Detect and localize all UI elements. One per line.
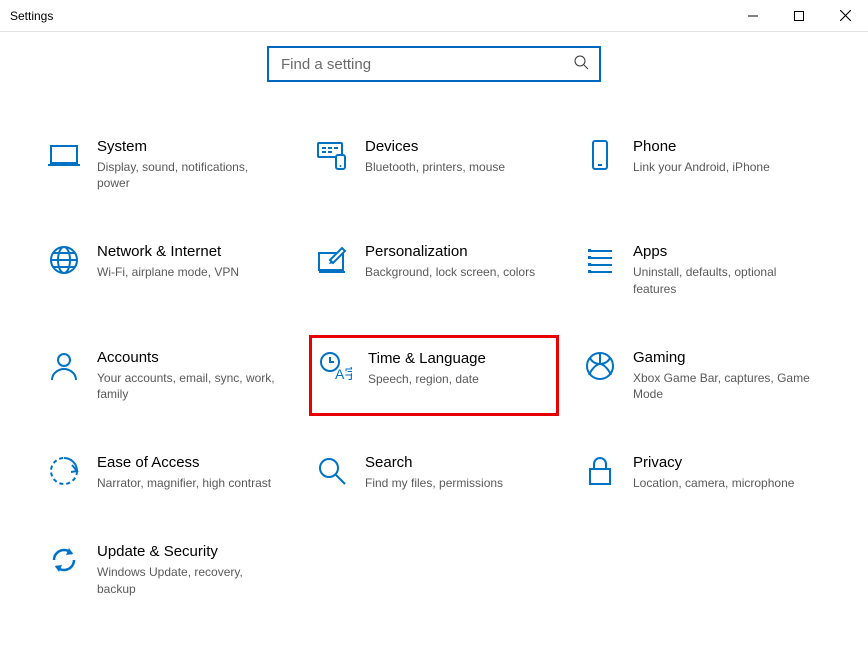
gaming-icon: [583, 349, 617, 383]
category-title: Personalization: [365, 243, 535, 260]
search-box[interactable]: [267, 46, 601, 82]
category-desc: Windows Update, recovery, backup: [97, 564, 277, 596]
apps-icon: [583, 243, 617, 277]
category-ease-of-access[interactable]: Ease of Access Narrator, magnifier, high…: [41, 448, 291, 497]
window-controls: [730, 0, 868, 31]
category-personalization[interactable]: Personalization Background, lock screen,…: [309, 237, 559, 302]
category-desc: Display, sound, notifications, power: [97, 159, 277, 191]
close-button[interactable]: [822, 0, 868, 31]
category-desc: Narrator, magnifier, high contrast: [97, 475, 271, 491]
category-title: Update & Security: [97, 543, 277, 560]
category-title: Devices: [365, 138, 505, 155]
category-desc: Xbox Game Bar, captures, Game Mode: [633, 370, 813, 402]
category-title: Gaming: [633, 349, 813, 366]
category-title: System: [97, 138, 277, 155]
category-title: Privacy: [633, 454, 794, 471]
category-desc: Bluetooth, printers, mouse: [365, 159, 505, 175]
globe-icon: [47, 243, 81, 277]
category-title: Network & Internet: [97, 243, 239, 260]
magnifier-icon: [315, 454, 349, 488]
category-devices[interactable]: Devices Bluetooth, printers, mouse: [309, 132, 559, 197]
category-desc: Background, lock screen, colors: [365, 264, 535, 280]
category-accounts[interactable]: Accounts Your accounts, email, sync, wor…: [41, 343, 291, 408]
category-phone[interactable]: Phone Link your Android, iPhone: [577, 132, 827, 197]
category-desc: Link your Android, iPhone: [633, 159, 770, 175]
minimize-button[interactable]: [730, 0, 776, 31]
phone-icon: [583, 138, 617, 172]
search-icon: [573, 54, 589, 75]
category-desc: Your accounts, email, sync, work, family: [97, 370, 277, 402]
category-title: Apps: [633, 243, 813, 260]
category-desc: Uninstall, defaults, optional features: [633, 264, 813, 296]
settings-grid: System Display, sound, notifications, po…: [0, 132, 868, 603]
category-title: Ease of Access: [97, 454, 271, 471]
account-icon: [47, 349, 81, 383]
system-icon: [47, 138, 81, 172]
category-desc: Find my files, permissions: [365, 475, 503, 491]
category-title: Accounts: [97, 349, 277, 366]
category-system[interactable]: System Display, sound, notifications, po…: [41, 132, 291, 197]
category-desc: Speech, region, date: [368, 371, 486, 387]
titlebar: Settings: [0, 0, 868, 32]
paint-icon: [315, 243, 349, 277]
category-search[interactable]: Search Find my files, permissions: [309, 448, 559, 497]
devices-icon: [315, 138, 349, 172]
lock-icon: [583, 454, 617, 488]
maximize-button[interactable]: [776, 0, 822, 31]
category-gaming[interactable]: Gaming Xbox Game Bar, captures, Game Mod…: [577, 343, 827, 408]
svg-text:A字: A字: [335, 366, 352, 382]
category-privacy[interactable]: Privacy Location, camera, microphone: [577, 448, 827, 497]
category-update-security[interactable]: Update & Security Windows Update, recove…: [41, 537, 291, 602]
category-apps[interactable]: Apps Uninstall, defaults, optional featu…: [577, 237, 827, 302]
ease-of-access-icon: [47, 454, 81, 488]
category-desc: Location, camera, microphone: [633, 475, 794, 491]
window-title: Settings: [10, 9, 53, 23]
update-icon: [47, 543, 81, 577]
category-title: Phone: [633, 138, 770, 155]
time-language-icon: A字: [318, 350, 352, 384]
search-input[interactable]: [279, 55, 573, 74]
category-title: Time & Language: [368, 350, 486, 367]
category-title: Search: [365, 454, 503, 471]
category-time-language[interactable]: A字 Time & Language Speech, region, date: [309, 335, 559, 416]
search-container: [0, 46, 868, 82]
category-network[interactable]: Network & Internet Wi-Fi, airplane mode,…: [41, 237, 291, 302]
category-desc: Wi-Fi, airplane mode, VPN: [97, 264, 239, 280]
